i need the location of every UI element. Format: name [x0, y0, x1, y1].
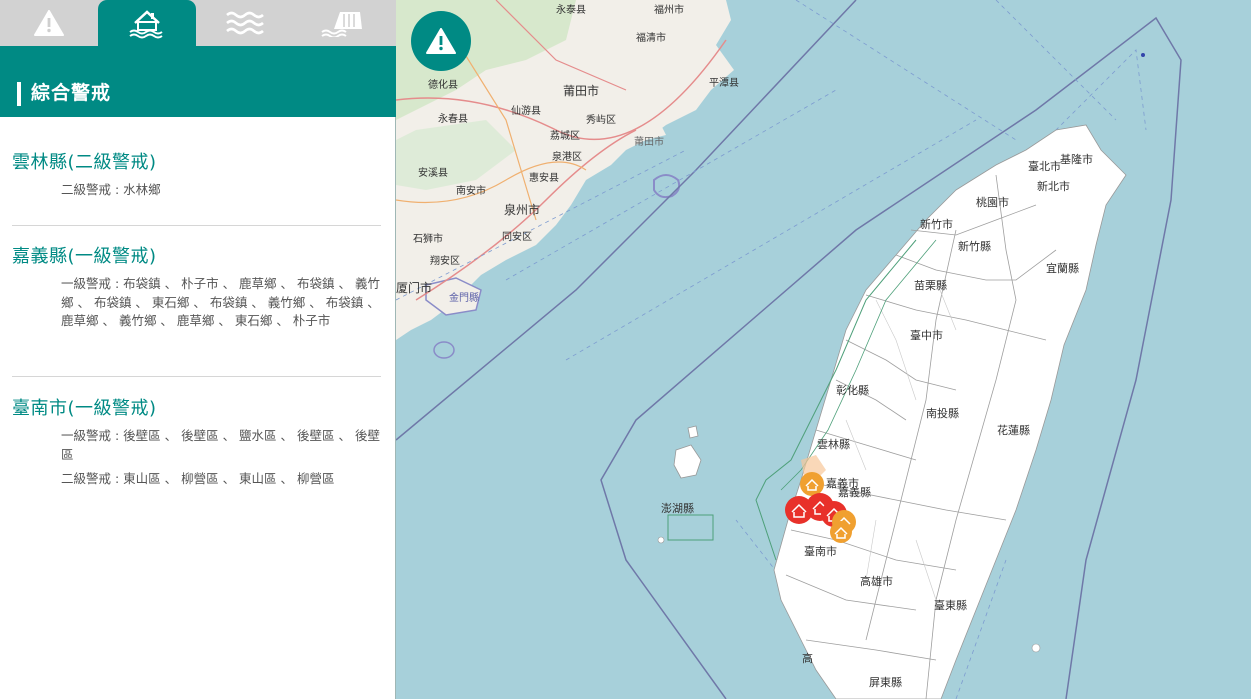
map-label: 福州市: [654, 3, 684, 16]
map-label: 翔安区: [430, 254, 460, 267]
map-label: 屏東縣: [869, 676, 902, 689]
panel-title: 綜合警戒: [31, 82, 112, 104]
tab-warning[interactable]: [0, 0, 98, 46]
map-label: 基隆市: [1060, 152, 1093, 166]
category-tabs: [0, 0, 396, 46]
divider: [12, 376, 381, 377]
map-label: 平潭县: [709, 77, 739, 89]
water-waves-icon: [226, 11, 264, 35]
region-title: 雲林縣(二級警戒): [12, 152, 157, 173]
map-view[interactable]: 永泰县 福州市 福清市 平潭县 德化县 莆田市 仙游县 永春县 秀屿区 荔城区 …: [396, 0, 1251, 699]
map-label: 臺北市: [1028, 159, 1061, 173]
alert-marker-level2[interactable]: [830, 521, 852, 543]
alert-line: 二級警戒 : 東山區 、 柳營區 、 東山區 、 柳營區: [61, 471, 335, 486]
region-item[interactable]: 雲林縣(二級警戒) 二級警戒 : 水林鄉: [12, 151, 381, 200]
map-label: 金門縣: [449, 291, 479, 304]
region-item[interactable]: 臺南市(一級警戒) 一級警戒 : 後壁區 、 後壁區 、 鹽水區 、 後壁區 、…: [12, 397, 381, 489]
map-label: 彰化縣: [836, 383, 869, 397]
map-label: 永泰县: [556, 3, 586, 16]
map-label: 花蓮縣: [997, 423, 1030, 437]
dam-icon: [321, 12, 362, 37]
header-accent-bar: [17, 82, 21, 106]
map-label: 泉港区: [552, 150, 582, 163]
map-label: 宜蘭縣: [1046, 261, 1079, 275]
divider: [12, 225, 381, 226]
region-item[interactable]: 嘉義縣(一級警戒) 一級警戒 : 布袋鎮 、 朴子市 、 鹿草鄉 、 布袋鎮 、…: [12, 245, 381, 331]
map-label: 高: [802, 651, 813, 665]
map-canvas: 永泰县 福州市 福清市 平潭县 德化县 莆田市 仙游县 永春县 秀屿区 荔城区 …: [396, 0, 1182, 699]
region-title: 臺南市(一級警戒): [12, 398, 157, 419]
map-label: 永春县: [438, 112, 468, 125]
map-label: 仙游县: [511, 104, 541, 117]
map-label: 荔城区: [550, 129, 580, 142]
panel-header: 綜合警戒: [0, 46, 396, 117]
map-label: 澎湖縣: [661, 502, 694, 515]
alert-line: 一級警戒 : 後壁區 、 後壁區 、 鹽水區 、 後壁區 、 後壁區: [61, 428, 380, 462]
tab-reservoir[interactable]: [294, 0, 392, 46]
map-label: 厦门市: [396, 280, 432, 295]
map-label: 惠安县: [529, 171, 559, 184]
map-label: 南安市: [456, 184, 486, 197]
alert-line: 一級警戒 : 布袋鎮 、 朴子市 、 鹿草鄉 、 布袋鎮 、 義竹鄉 、 布袋鎮…: [61, 276, 380, 328]
map-label: 桃園市: [976, 195, 1009, 209]
map-label: 南投縣: [926, 406, 959, 420]
map-label: 新竹縣: [958, 239, 991, 253]
tab-flood[interactable]: [98, 0, 196, 46]
map-label: 臺東縣: [934, 598, 967, 612]
map-warning-button[interactable]: [411, 11, 471, 71]
map-label: 同安区: [502, 230, 532, 243]
alert-panel: 綜合警戒 雲林縣(二級警戒) 二級警戒 : 水林鄉 嘉義縣(一級警戒) 一級警戒…: [0, 0, 396, 699]
map-label: 福清市: [636, 31, 666, 44]
alert-line: 二級警戒 : 水林鄉: [61, 182, 161, 197]
alert-marker-level2[interactable]: [800, 472, 824, 496]
map-label: 泉州市: [504, 202, 540, 217]
map-label: 苗栗縣: [914, 279, 947, 292]
map-label: 雲林縣: [817, 437, 850, 451]
map-label: 新竹市: [920, 217, 953, 231]
map-label: 莆田市: [634, 135, 664, 148]
map-label: 莆田市: [563, 83, 599, 98]
map-label: 秀屿区: [586, 114, 616, 126]
map-label: 德化县: [428, 78, 458, 91]
map-label: 臺中市: [910, 328, 943, 342]
flooded-house-icon: [129, 10, 163, 39]
map-label: 嘉義縣: [838, 485, 871, 499]
map-label: 新北市: [1037, 179, 1070, 193]
map-label: 臺南市: [804, 544, 837, 558]
tab-water-level[interactable]: [196, 0, 294, 46]
warning-icon: [34, 10, 64, 36]
map-label: 高雄市: [860, 574, 893, 588]
map-label: 石狮市: [413, 232, 443, 245]
region-title: 嘉義縣(一級警戒): [12, 246, 157, 267]
map-label: 安溪县: [418, 166, 448, 179]
warning-icon: [426, 28, 456, 54]
